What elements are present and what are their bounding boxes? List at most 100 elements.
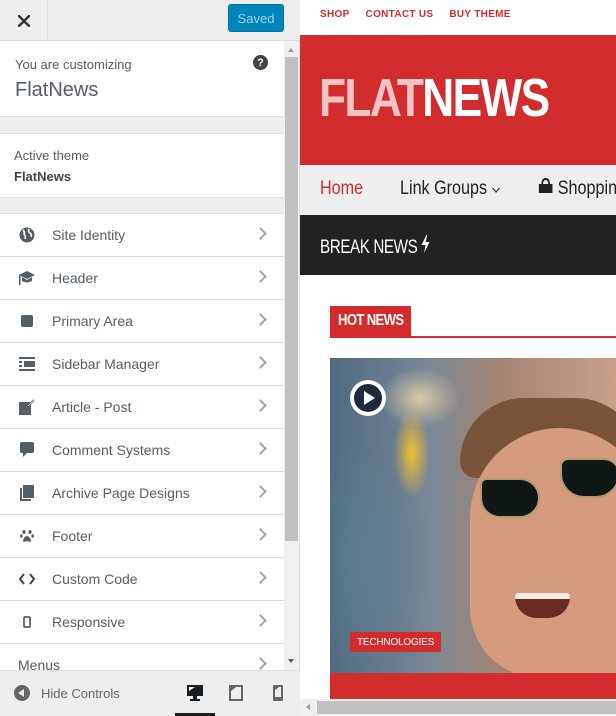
section-site-identity[interactable]: Site Identity <box>0 213 284 256</box>
section-sidebar-manager[interactable]: Sidebar Manager <box>0 342 284 385</box>
section-label: Archive Page Designs <box>52 485 190 501</box>
customizer-section-list: Site Identity Header Primary Area Sideba… <box>0 213 284 670</box>
mobile-device-icon <box>273 685 283 701</box>
section-label: Article - Post <box>52 399 132 415</box>
chevron-right-icon <box>254 571 267 584</box>
logo-part-flat: FLAT <box>319 68 424 128</box>
code-icon <box>17 570 37 588</box>
customizing-label: You are customizing <box>15 57 132 72</box>
tablet-icon <box>229 685 243 701</box>
hot-news-tag: HOT NEWS <box>330 306 411 336</box>
active-theme-label: Active theme <box>14 148 90 163</box>
section-custom-code[interactable]: Custom Code <box>0 557 284 600</box>
square-icon <box>17 312 37 330</box>
play-video-icon[interactable] <box>350 380 386 416</box>
chevron-right-icon <box>254 227 267 240</box>
comment-icon <box>17 441 37 459</box>
featured-post-caption-bar <box>330 673 616 699</box>
main-navigation: Home Link Groups Shoppin <box>300 165 616 215</box>
chevron-right-icon <box>254 399 267 412</box>
section-menus[interactable]: Menus <box>0 643 284 670</box>
top-link-contact-us[interactable]: CONTACT US <box>366 9 434 20</box>
save-button[interactable]: Saved <box>228 4 284 32</box>
section-primary-area[interactable]: Primary Area <box>0 299 284 342</box>
preview-tablet-button[interactable] <box>216 679 256 716</box>
break-news-title: BREAK NEWS <box>320 235 431 259</box>
photo-detail <box>560 458 616 498</box>
nav-shopping-label: Shoppin <box>557 178 616 199</box>
chevron-right-icon <box>254 442 267 455</box>
section-label: Responsive <box>52 614 126 630</box>
list-indent-icon <box>17 355 37 373</box>
customizing-info: You are customizing FlatNews ? <box>0 41 284 117</box>
scroll-up-arrow-icon[interactable] <box>288 48 294 52</box>
top-link-buy-theme[interactable]: BUY THEME <box>449 9 510 20</box>
section-article-post[interactable]: Article - Post <box>0 385 284 428</box>
nav-home[interactable]: Home <box>320 178 363 200</box>
customizer-sections-scroll: You are customizing FlatNews ? Active th… <box>0 41 284 670</box>
customizer-footer: Hide Controls <box>0 670 300 716</box>
section-responsive[interactable]: Responsive <box>0 600 284 643</box>
nav-shopping[interactable]: Shoppin <box>538 177 616 200</box>
panel-vertical-scrollbar[interactable] <box>284 41 299 670</box>
category-badge[interactable]: TECHNOLOGIES <box>350 632 442 652</box>
collapse-arrow-icon <box>14 685 30 701</box>
edit-icon <box>17 398 37 416</box>
chevron-right-icon <box>254 485 267 498</box>
section-header[interactable]: Header <box>0 256 284 299</box>
hot-news-heading: HOT NEWS <box>330 306 616 338</box>
featured-post-image[interactable]: TECHNOLOGIES <box>330 358 616 673</box>
close-customizer-button[interactable] <box>0 0 48 41</box>
scroll-left-arrow-icon[interactable] <box>306 704 310 710</box>
chevron-right-icon <box>254 657 267 670</box>
chevron-right-icon <box>254 313 267 326</box>
hot-news-label: HOT NEWS <box>338 312 404 329</box>
chevron-right-icon <box>254 528 267 541</box>
scrollbar-thumb[interactable] <box>285 57 298 541</box>
section-label: Custom Code <box>52 571 138 587</box>
play-icon-inner <box>354 384 382 412</box>
section-label: Sidebar Manager <box>52 356 160 372</box>
nav-link-groups-label: Link Groups <box>400 178 488 199</box>
desktop-icon <box>187 685 203 701</box>
close-icon <box>17 14 30 27</box>
section-comment-systems[interactable]: Comment Systems <box>0 428 284 471</box>
preview-mobile-button[interactable] <box>258 679 298 716</box>
preview-horizontal-scrollbar[interactable] <box>300 699 616 716</box>
customizer-panel: Saved You are customizing FlatNews ? Act… <box>0 0 300 716</box>
section-footer[interactable]: Footer <box>0 514 284 557</box>
active-theme-name: FlatNews <box>14 169 72 184</box>
site-header: FLATNEWS <box>300 35 616 165</box>
hide-controls-label: Hide Controls <box>41 685 120 701</box>
logo-part-news: NEWS <box>422 68 550 128</box>
chevron-down-icon <box>492 187 500 193</box>
section-archive-page-designs[interactable]: Archive Page Designs <box>0 471 284 514</box>
photo-detail <box>480 478 540 518</box>
section-label: Site Identity <box>52 227 126 243</box>
active-theme-section[interactable]: Active theme FlatNews <box>0 133 284 198</box>
paw-icon <box>17 527 37 545</box>
break-news-bar: BREAK NEWS <box>300 215 616 275</box>
nav-link-groups[interactable]: Link Groups <box>400 178 500 200</box>
chevron-right-icon <box>254 270 267 283</box>
scrollbar-thumb[interactable] <box>317 701 616 714</box>
site-logo[interactable]: FLATNEWS <box>319 68 550 128</box>
lightning-bolt-icon <box>421 235 430 253</box>
site-preview: SHOP CONTACT US BUY THEME FLATNEWS Home … <box>300 0 616 716</box>
help-icon[interactable]: ? <box>253 55 268 70</box>
mobile-icon <box>17 613 37 631</box>
customizing-title: FlatNews <box>15 79 99 101</box>
graduation-cap-icon <box>17 269 37 287</box>
section-label: Primary Area <box>52 313 133 329</box>
preview-desktop-button[interactable] <box>175 679 215 716</box>
top-link-shop[interactable]: SHOP <box>320 9 350 20</box>
section-label: Header <box>52 270 98 286</box>
globe-icon <box>17 226 37 244</box>
customizer-header: Saved <box>0 0 300 41</box>
break-news-label: BREAK NEWS <box>320 237 418 258</box>
section-label: Menus <box>18 657 61 670</box>
hide-controls-button[interactable]: Hide Controls <box>14 685 120 701</box>
shopping-bag-icon <box>538 177 553 193</box>
scroll-down-arrow-icon[interactable] <box>288 659 294 663</box>
section-label: Comment Systems <box>52 442 171 458</box>
